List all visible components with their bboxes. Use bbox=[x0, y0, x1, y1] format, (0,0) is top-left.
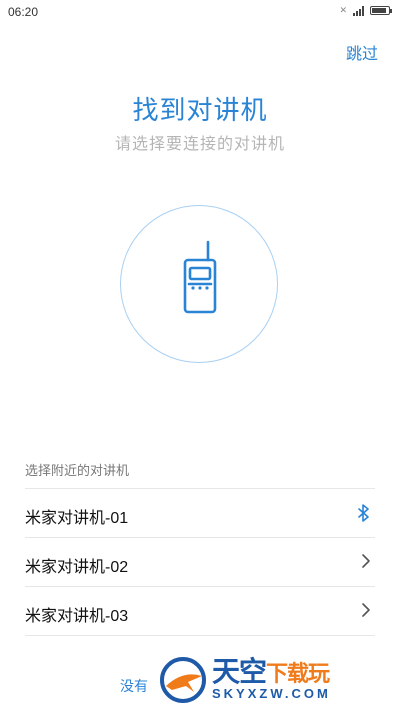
list-item-device-02[interactable]: 米家对讲机-02 bbox=[25, 537, 375, 586]
bluetooth-icon bbox=[358, 504, 369, 522]
status-time: 06:20 bbox=[8, 5, 39, 19]
page-subtitle: 请选择要连接的对讲机 bbox=[114, 136, 285, 153]
watermark-title: 天空下载玩 bbox=[212, 656, 330, 687]
list-item-device-03[interactable]: 米家对讲机-03 bbox=[25, 586, 375, 636]
no-device-link[interactable]: 没有 bbox=[120, 676, 148, 696]
page-title: 找到对讲机 bbox=[132, 95, 268, 125]
chevron-right-icon bbox=[362, 603, 370, 617]
status-bar: 06:20 ✕ bbox=[0, 0, 400, 24]
list-item-device-01[interactable]: 米家对讲机-01 bbox=[25, 488, 375, 537]
device-illustration bbox=[120, 205, 278, 363]
site-logo-icon bbox=[160, 657, 206, 703]
battery-level bbox=[372, 8, 386, 13]
device-name: 米家对讲机-01 bbox=[25, 510, 129, 527]
chevron-right-icon bbox=[362, 554, 370, 568]
skip-button[interactable]: 跳过 bbox=[346, 40, 378, 64]
section-label: 选择附近的对讲机 bbox=[25, 463, 130, 478]
watermark-subtitle: SKYXZW.COM bbox=[212, 686, 331, 701]
walkie-talkie-icon bbox=[183, 240, 217, 314]
status-icons: ✕ bbox=[339, 5, 392, 16]
device-name: 米家对讲机-03 bbox=[25, 608, 129, 625]
battery-icon bbox=[370, 6, 392, 15]
signal-icon bbox=[353, 5, 364, 16]
no-sim-icon: ✕ bbox=[339, 5, 347, 15]
watermark: 天空下载玩 SKYXZW.COM bbox=[150, 648, 400, 711]
device-name: 米家对讲机-02 bbox=[25, 559, 129, 576]
device-list: 米家对讲机-01 米家对讲机-02 米家对讲机-03 bbox=[25, 488, 375, 636]
